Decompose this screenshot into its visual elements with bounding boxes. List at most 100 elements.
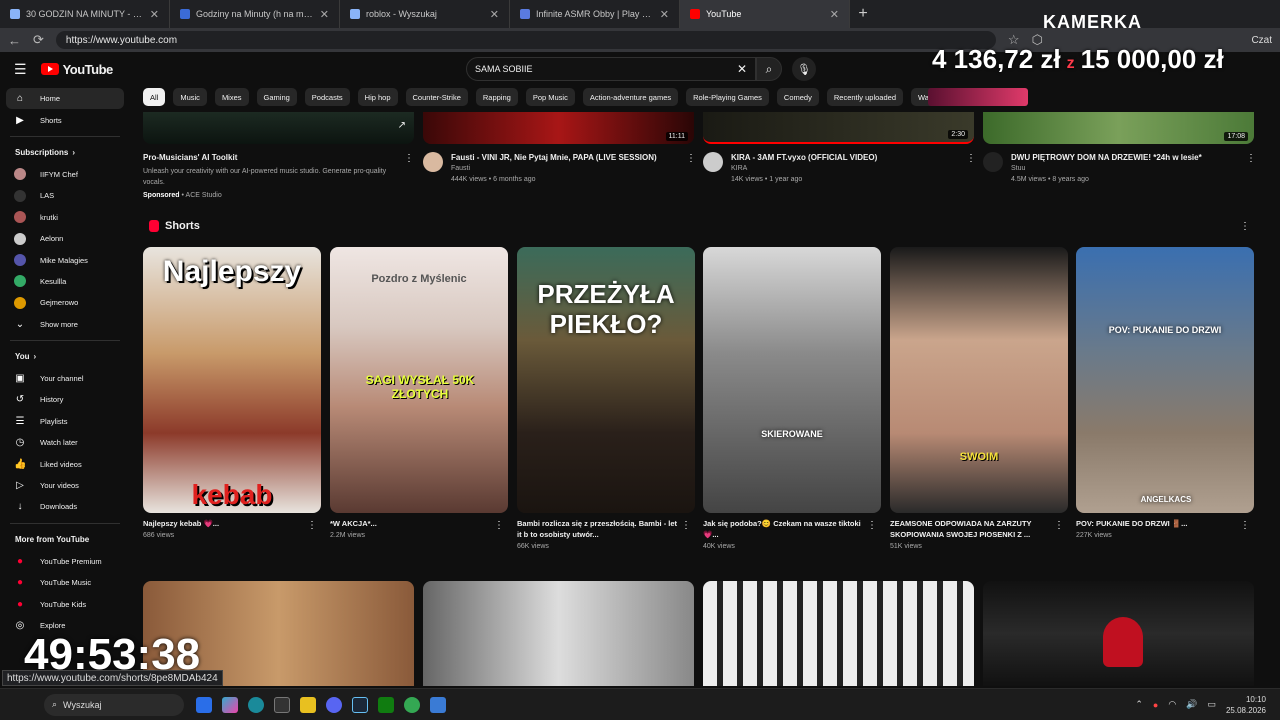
short-title[interactable]: Bambi rozlicza się z przeszłością. Bambi… xyxy=(517,518,679,540)
video-title[interactable]: Pro-Musicians' AI Toolkit xyxy=(143,152,403,163)
short-thumbnail[interactable]: Pozdro z Myślenic SAGI WYSŁAŁ 50K ZŁOTYC… xyxy=(330,247,508,513)
channel-name[interactable]: ACE Studio xyxy=(186,192,222,199)
more-options-icon[interactable]: ⋮ xyxy=(1246,153,1256,164)
short-title[interactable]: Najlepszy kebab 💗... xyxy=(143,518,305,529)
channel-name[interactable]: KIRA xyxy=(731,163,877,174)
sidebar-item-you[interactable]: ▣ Your channel xyxy=(0,368,130,389)
chip-filter[interactable]: Mixes xyxy=(214,88,249,106)
channel-avatar[interactable] xyxy=(703,152,723,172)
you-heading[interactable]: You › xyxy=(0,346,130,368)
subscriptions-heading[interactable]: Subscriptions › xyxy=(0,142,130,164)
sidebar-item-youtube-product[interactable]: ● YouTube Music xyxy=(0,572,130,593)
show-more-button[interactable]: ⌄ Show more xyxy=(0,314,130,335)
xbox-app-icon[interactable] xyxy=(378,696,394,713)
chrome-app-icon[interactable] xyxy=(404,696,420,713)
taskbar-clock[interactable]: 10:10 25.08.2026 xyxy=(1226,694,1266,716)
search-input[interactable]: SAMA SOBIIE ✕ xyxy=(466,57,756,81)
url-field[interactable]: https://www.youtube.com xyxy=(55,31,996,49)
terminal-app-icon[interactable] xyxy=(274,696,290,713)
channel-name[interactable]: Fausti xyxy=(451,163,657,174)
more-options-icon[interactable]: ⋮ xyxy=(1054,520,1064,531)
new-tab-button[interactable]: + xyxy=(850,5,876,23)
video-thumbnail[interactable]: 11:11 xyxy=(423,112,694,144)
browser-tab[interactable]: 30 GODZIN NA MINUTY - Wysz ✕ xyxy=(0,0,170,28)
sidebar-item-subscription[interactable]: IIFYM Chef xyxy=(0,164,130,185)
edge-app-icon[interactable] xyxy=(248,696,264,713)
sidebar-item-you[interactable]: ◷ Watch later xyxy=(0,432,130,453)
channel-avatar[interactable] xyxy=(423,152,443,172)
video-thumbnail[interactable] xyxy=(703,581,974,686)
short-thumbnail[interactable]: PRZEŻYŁA PIEKŁO? xyxy=(517,247,695,513)
mic-icon[interactable]: ● xyxy=(1153,700,1158,710)
short-thumbnail[interactable]: SKIEROWANE xyxy=(703,247,881,513)
close-icon[interactable]: ✕ xyxy=(830,8,839,21)
files-app-icon[interactable] xyxy=(300,696,316,713)
sidebar-item-you[interactable]: ↺ History xyxy=(0,389,130,410)
chip-filter[interactable]: Action-adventure games xyxy=(582,88,679,106)
short-title[interactable]: *W AKCJA*... xyxy=(330,518,492,529)
menu-icon[interactable]: ☰ xyxy=(14,61,27,78)
shorts-more-icon[interactable]: ⋮ xyxy=(1240,221,1250,232)
short-title[interactable]: Jak się podoba?😊 Czekam na wasze tiktoki… xyxy=(703,518,865,540)
steam-app-icon[interactable] xyxy=(352,696,368,713)
sidebar-item-you[interactable]: 👍 Liked videos xyxy=(0,453,130,474)
clear-search-icon[interactable]: ✕ xyxy=(737,62,747,76)
channel-name[interactable]: Stuu xyxy=(1011,163,1202,174)
close-icon[interactable]: ✕ xyxy=(490,8,499,21)
more-options-icon[interactable]: ⋮ xyxy=(1240,520,1250,531)
profile-chat-label[interactable]: Czat xyxy=(1251,35,1272,46)
sidebar-item-you[interactable]: ▷ Your videos xyxy=(0,475,130,496)
more-options-icon[interactable]: ⋮ xyxy=(307,520,317,531)
shield-app-icon[interactable] xyxy=(196,696,212,713)
youtube-logo[interactable]: YouTube xyxy=(40,62,113,77)
short-thumbnail[interactable]: SWOIM xyxy=(890,247,1068,513)
battery-icon[interactable]: ▭ xyxy=(1207,699,1216,710)
chip-filter[interactable]: Comedy xyxy=(776,88,819,106)
video-title[interactable]: DWU PIĘTROWY DOM NA DRZEWIE! *24h w lesi… xyxy=(1011,152,1202,163)
taskbar-search[interactable]: ⌕ Wyszukaj xyxy=(44,693,184,716)
chevron-up-icon[interactable]: ⌃ xyxy=(1135,699,1143,710)
sidebar-item-subscription[interactable]: Kesullla xyxy=(0,271,130,292)
chip-filter[interactable]: Rapping xyxy=(475,88,518,106)
reload-icon[interactable]: ⟳ xyxy=(33,32,44,48)
short-title[interactable]: ZEAMSONE ODPOWIADA NA ZARZUTY SKOPIOWANI… xyxy=(890,518,1052,540)
sidebar-item-subscription[interactable]: krutki xyxy=(0,207,130,228)
voice-search-button[interactable]: 🎙 xyxy=(792,57,816,81)
more-options-icon[interactable]: ⋮ xyxy=(867,520,877,531)
close-icon[interactable]: ✕ xyxy=(660,8,669,21)
video-title[interactable]: KIRA - 3AM FT.vyxo (OFFICIAL VIDEO) xyxy=(731,152,877,163)
discord-app-icon[interactable] xyxy=(326,696,342,713)
more-options-icon[interactable]: ⋮ xyxy=(681,520,691,531)
sidebar-item-shorts[interactable]: ▶ Shorts xyxy=(0,109,130,130)
chip-filter[interactable]: Hip hop xyxy=(357,88,398,106)
video-title[interactable]: Fausti - VINI JR, Nie Pytaj Mnie, PAPA (… xyxy=(451,152,657,163)
chip-filter[interactable]: Podcasts xyxy=(304,88,350,106)
chip-filter[interactable]: Gaming xyxy=(256,88,297,106)
short-thumbnail[interactable]: POV: PUKANIE DO DRZWI ANGELKACS xyxy=(1076,247,1254,513)
sidebar-item-subscription[interactable]: Aelonn xyxy=(0,228,130,249)
store-app-icon[interactable] xyxy=(430,696,446,713)
chip-filter[interactable]: Counter-Strike xyxy=(405,88,468,106)
search-button[interactable]: ⌕ xyxy=(756,57,782,81)
sidebar-item-you[interactable]: ↓ Downloads xyxy=(0,496,130,517)
sidebar-item-subscription[interactable]: Mike Malagies xyxy=(0,249,130,270)
chip-filter[interactable]: Recently uploaded xyxy=(826,88,903,106)
sidebar-item-home[interactable]: ⌂ Home xyxy=(6,88,124,110)
sidebar-item-subscription[interactable]: Gejmerowo xyxy=(0,292,130,313)
chip-filter[interactable]: Music xyxy=(173,88,207,106)
back-icon[interactable]: ← xyxy=(8,33,21,48)
video-thumbnail[interactable] xyxy=(423,581,694,686)
wifi-icon[interactable]: ◠ xyxy=(1168,699,1176,710)
chip-filter[interactable]: Role-Playing Games xyxy=(686,88,769,106)
channel-avatar[interactable] xyxy=(983,152,1003,172)
close-icon[interactable]: ✕ xyxy=(320,8,329,21)
browser-tab[interactable]: Godziny na Minuty (h na min) - Pr ✕ xyxy=(170,0,340,28)
short-thumbnail[interactable]: Najlepszy kebab xyxy=(143,247,321,513)
video-thumbnail[interactable] xyxy=(983,581,1254,686)
more-options-icon[interactable]: ⋮ xyxy=(686,153,696,164)
browser-tab[interactable]: roblox - Wyszukaj ✕ xyxy=(340,0,510,28)
more-options-icon[interactable]: ⋮ xyxy=(494,520,504,531)
browser-tab[interactable]: YouTube ✕ xyxy=(680,0,850,28)
more-options-icon[interactable]: ⋮ xyxy=(404,153,414,164)
chip-filter[interactable]: Pop Music xyxy=(525,88,575,106)
